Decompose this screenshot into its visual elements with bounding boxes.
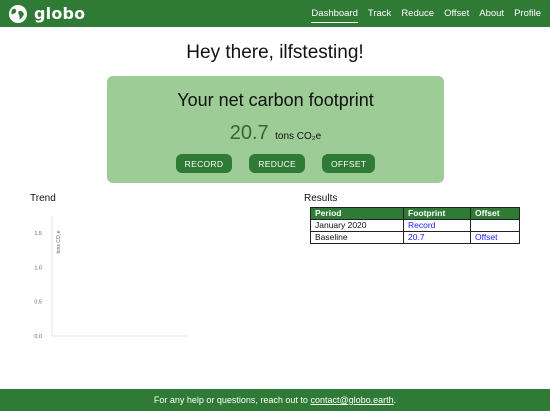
footer-text: For any help or questions, reach out to — [153, 395, 311, 405]
y-tick-label: 0.0 — [34, 334, 42, 340]
trend-chart: 1.5 1.0 0.5 0.0 tons CO₂e — [20, 208, 195, 347]
contact-email-link[interactable]: contact@globo.earth — [310, 395, 393, 405]
offset-link[interactable]: Offset — [470, 231, 520, 244]
record-link[interactable]: Record — [403, 219, 471, 232]
footprint-value: 20.7 — [229, 122, 269, 144]
globe-icon — [8, 4, 28, 24]
nav-track[interactable]: Track — [363, 0, 396, 27]
nav-dashboard[interactable]: Dashboard — [306, 0, 362, 27]
brand-logo[interactable]: globo — [8, 2, 85, 25]
header-offset: Offset — [470, 207, 520, 220]
table-header-row: Period Footprint Offset — [310, 207, 520, 220]
footer-suffix: . — [393, 395, 397, 405]
table-row: Baseline 20.7 Offset — [310, 231, 520, 244]
record-button[interactable]: RECORD — [175, 154, 233, 173]
y-axis-ticks: 1.5 1.0 0.5 0.0 — [34, 231, 42, 340]
table-row: January 2020 Record — [310, 219, 520, 232]
footer: For any help or questions, reach out to … — [0, 389, 550, 411]
reduce-button[interactable]: REDUCE — [249, 154, 305, 173]
y-tick-label: 1.0 — [34, 265, 42, 271]
brand-name: globo — [34, 4, 86, 23]
header-period: Period — [310, 207, 404, 220]
footprint-value-row: 20.7 tons CO₂e — [107, 122, 444, 145]
footprint-link[interactable]: 20.7 — [403, 231, 471, 244]
footprint-unit: tons CO₂e — [275, 131, 322, 142]
results-table: Period Footprint Offset January 2020 Rec… — [310, 207, 520, 244]
nav-profile[interactable]: Profile — [509, 0, 546, 27]
footprint-card: Your net carbon footprint 20.7 tons CO₂e… — [107, 76, 444, 183]
trend-chart-svg: 1.5 1.0 0.5 0.0 tons CO₂e — [34, 216, 188, 340]
main-nav: Dashboard Track Reduce Offset About Prof… — [306, 0, 546, 27]
y-tick-label: 1.5 — [34, 231, 42, 237]
nav-about[interactable]: About — [474, 0, 509, 27]
nav-offset[interactable]: Offset — [439, 0, 474, 27]
greeting-heading: Hey there, ilfstesting! — [186, 42, 364, 63]
trend-title: Trend — [30, 193, 56, 204]
nav-reduce[interactable]: Reduce — [396, 0, 439, 27]
y-axis-label: tons CO₂e — [56, 230, 62, 253]
footprint-actions: RECORD REDUCE OFFSET — [107, 154, 444, 173]
cell-period: Baseline — [310, 231, 404, 244]
top-navbar: globo Dashboard Track Reduce Offset Abou… — [0, 0, 550, 27]
cell-period: January 2020 — [310, 219, 404, 232]
footprint-title: Your net carbon footprint — [177, 90, 374, 110]
results-title: Results — [304, 193, 338, 204]
offset-button[interactable]: OFFSET — [322, 154, 376, 173]
cell-offset — [470, 219, 520, 232]
y-tick-label: 0.5 — [34, 300, 42, 306]
header-footprint: Footprint — [403, 207, 471, 220]
